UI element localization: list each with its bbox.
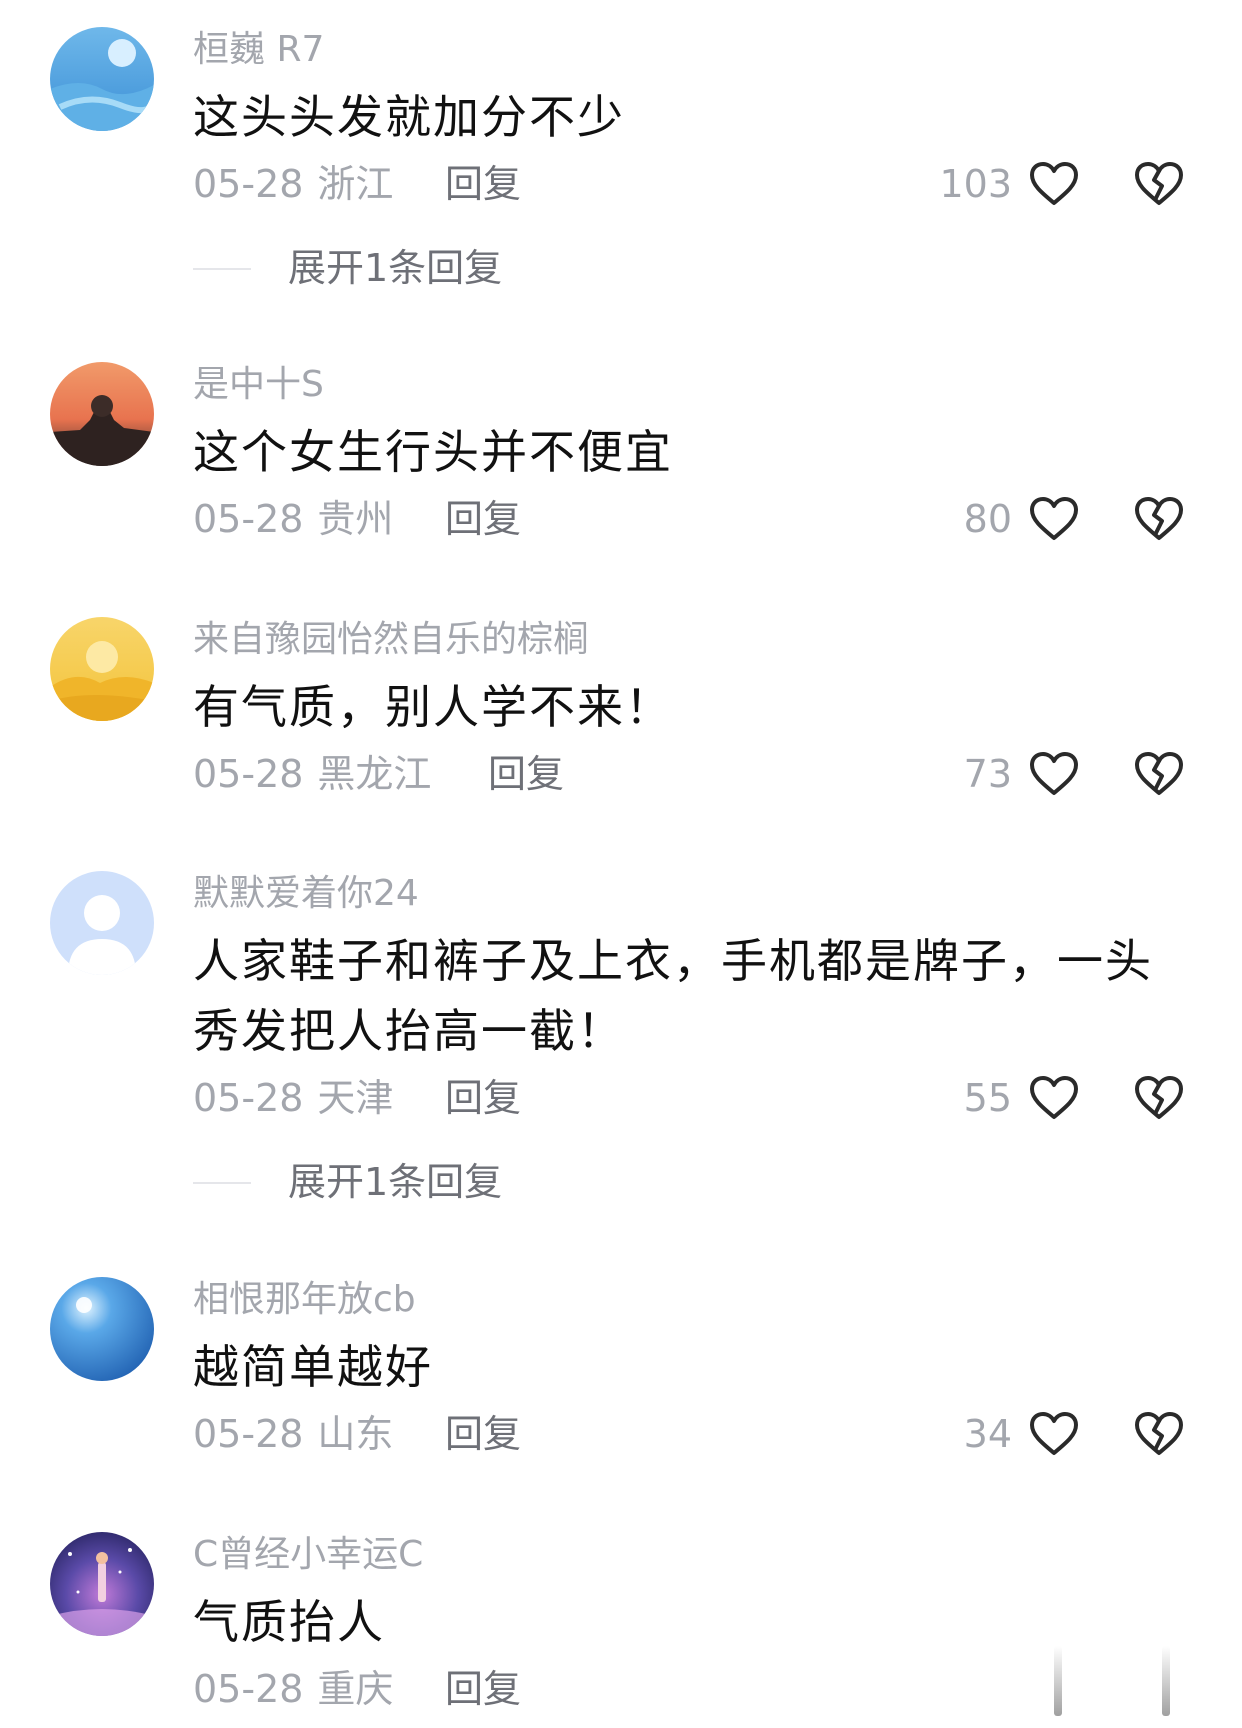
comment-location: 黑龙江 xyxy=(317,752,432,796)
comment-date: 05-28 xyxy=(193,752,304,796)
broken-heart-icon[interactable] xyxy=(1133,160,1185,208)
comment-text: 越简单越好 xyxy=(193,1340,433,1394)
like-count: 73 xyxy=(963,752,1012,796)
username[interactable]: 来自豫园怡然自乐的棕榈 xyxy=(193,618,589,662)
reply-button[interactable]: 回复 xyxy=(488,750,564,798)
comment-location: 贵州 xyxy=(317,497,394,541)
avatar[interactable] xyxy=(50,27,154,131)
comment-text: 这头头发就加分不少 xyxy=(193,90,625,144)
indicator-bar xyxy=(1162,1646,1170,1716)
avatar[interactable] xyxy=(50,362,154,466)
expand-divider xyxy=(193,1182,251,1184)
bottom-scroll-indicator xyxy=(962,1636,1182,1716)
indicator-bar xyxy=(1054,1646,1062,1716)
comment-date: 05-28 xyxy=(193,1076,304,1120)
like-count: 55 xyxy=(963,1076,1012,1120)
comment-date: 05-28 xyxy=(193,162,304,206)
comment-meta: 05-28 天津 xyxy=(193,1074,393,1122)
comment-meta: 05-28 贵州 xyxy=(193,495,393,543)
avatar[interactable] xyxy=(50,1532,154,1636)
like-count: 34 xyxy=(963,1412,1012,1456)
comment-location: 浙江 xyxy=(317,162,394,206)
comment-date: 05-28 xyxy=(193,497,304,541)
like-count: 103 xyxy=(939,162,1012,206)
comment-location: 天津 xyxy=(317,1076,394,1120)
broken-heart-icon[interactable] xyxy=(1133,495,1185,543)
comment-text: 这个女生行头并不便宜 xyxy=(193,425,673,479)
expand-replies-label: 展开1条回复 xyxy=(288,1160,503,1204)
reply-button[interactable]: 回复 xyxy=(445,160,521,208)
avatar[interactable] xyxy=(50,871,154,975)
username[interactable]: 是中十S xyxy=(193,363,324,407)
avatar[interactable] xyxy=(50,1277,154,1381)
reply-button[interactable]: 回复 xyxy=(445,1074,521,1122)
comment-meta: 05-28 黑龙江 xyxy=(193,750,431,798)
comment-text: 有气质，别人学不来！ xyxy=(193,680,673,734)
comment-location: 山东 xyxy=(317,1412,394,1456)
reply-button[interactable]: 回复 xyxy=(445,1410,521,1458)
broken-heart-icon[interactable] xyxy=(1133,1074,1185,1122)
comment-date: 05-28 xyxy=(193,1667,304,1711)
heart-outline-icon[interactable] xyxy=(1028,750,1080,798)
username[interactable]: 桓巍 R7 xyxy=(193,28,324,72)
comment-text: 人家鞋子和裤子及上衣，手机都是牌子，一头秀发把人抬高一截！ xyxy=(193,934,1153,1058)
comment-meta: 05-28 重庆 xyxy=(193,1665,393,1713)
heart-outline-icon[interactable] xyxy=(1028,1410,1080,1458)
comment-location: 重庆 xyxy=(317,1667,394,1711)
broken-heart-icon[interactable] xyxy=(1133,750,1185,798)
avatar[interactable] xyxy=(50,617,154,721)
heart-outline-icon[interactable] xyxy=(1028,1074,1080,1122)
like-count: 80 xyxy=(963,497,1012,541)
heart-outline-icon[interactable] xyxy=(1028,160,1080,208)
heart-outline-icon[interactable] xyxy=(1028,495,1080,543)
expand-replies-label: 展开1条回复 xyxy=(288,246,503,290)
comment-date: 05-28 xyxy=(193,1412,304,1456)
username[interactable]: 相恨那年放cb xyxy=(193,1278,416,1322)
broken-heart-icon[interactable] xyxy=(1133,1410,1185,1458)
username[interactable]: 默默爱着你24 xyxy=(193,872,419,916)
comment-meta: 05-28 浙江 xyxy=(193,160,393,208)
reply-button[interactable]: 回复 xyxy=(445,1665,521,1713)
expand-divider xyxy=(193,268,251,270)
username[interactable]: C曾经小幸运C xyxy=(193,1533,423,1577)
reply-button[interactable]: 回复 xyxy=(445,495,521,543)
comment-meta: 05-28 山东 xyxy=(193,1410,393,1458)
